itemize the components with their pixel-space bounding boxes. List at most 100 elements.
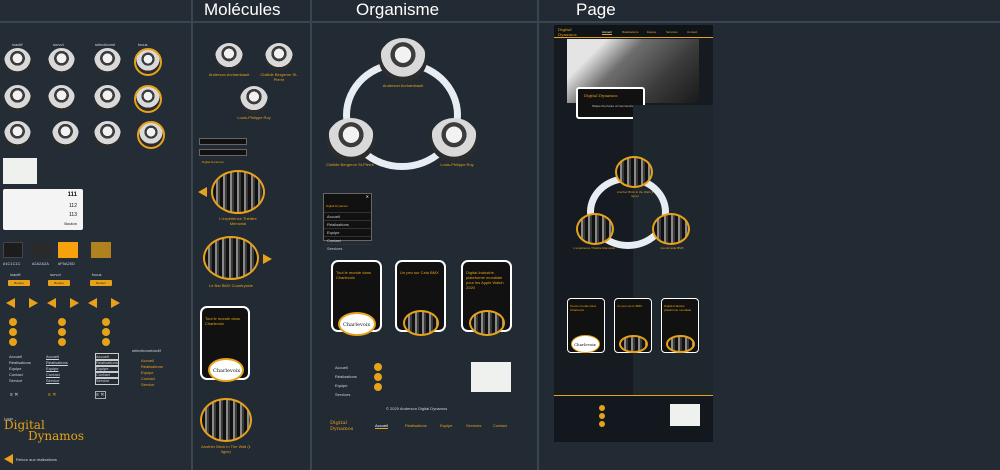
nav-item[interactable]: Service bbox=[46, 378, 68, 384]
page-card-logo-circle: Charlevoix bbox=[571, 335, 600, 353]
button-focus[interactable]: Bouton bbox=[90, 280, 112, 286]
page-nav-item[interactable]: Réalisations bbox=[622, 30, 638, 34]
carousel-prev-icon[interactable] bbox=[198, 187, 207, 197]
avatar[interactable] bbox=[94, 121, 121, 148]
menu-item[interactable]: Services bbox=[324, 244, 371, 252]
map-thumbnail bbox=[3, 158, 37, 184]
page-nav-item[interactable]: Services bbox=[666, 30, 678, 34]
footer-nav-item[interactable]: Équipe bbox=[440, 423, 452, 428]
article-card[interactable]: Digital-Industrie, plateforme mondiale p… bbox=[461, 260, 512, 336]
project-thumbnail[interactable] bbox=[576, 213, 614, 245]
twitter-icon[interactable] bbox=[102, 328, 110, 336]
article-card[interactable]: Tout le monde dans Charlevoix Charlevoix bbox=[200, 306, 250, 382]
avatar[interactable] bbox=[4, 121, 31, 148]
card-thumbnail bbox=[403, 310, 439, 336]
avatar[interactable] bbox=[94, 85, 121, 112]
footer-nav-item[interactable]: Services bbox=[466, 423, 481, 428]
back-arrow-icon[interactable] bbox=[4, 454, 13, 464]
hamburger-icon[interactable]: ≡ ✕ bbox=[48, 392, 57, 398]
team-avatar[interactable] bbox=[430, 118, 478, 162]
avatar[interactable] bbox=[48, 85, 75, 112]
project-thumbnail[interactable] bbox=[200, 398, 252, 442]
instagram-icon[interactable] bbox=[102, 338, 110, 346]
avatar[interactable] bbox=[4, 85, 31, 112]
instagram-icon[interactable] bbox=[599, 421, 605, 427]
footer-nav-item[interactable]: Réalisations bbox=[405, 423, 427, 428]
arrow-right-icon[interactable] bbox=[70, 298, 79, 308]
footer-label[interactable]: Accueil bbox=[335, 363, 357, 372]
footer-label[interactable]: Réalisations bbox=[335, 372, 357, 381]
menu-item[interactable]: Equipe bbox=[324, 228, 371, 236]
card-title: Tout le monde dans Charlevoix bbox=[336, 270, 371, 280]
facebook-icon[interactable] bbox=[374, 363, 382, 371]
facebook-icon[interactable] bbox=[599, 405, 605, 411]
page-nav-item[interactable]: Accueil bbox=[602, 30, 612, 35]
nav-list-selected: Accueil Réalisations Equipe Contact Serv… bbox=[141, 358, 163, 388]
button-inactive[interactable]: Bouton bbox=[8, 280, 30, 286]
button-hover[interactable]: Bouton bbox=[48, 280, 70, 286]
card-title: Digital-Industrie, plateforme mondiale p… bbox=[466, 270, 504, 290]
avatar[interactable] bbox=[4, 48, 31, 75]
nav-item[interactable]: Service bbox=[141, 382, 163, 388]
arrow-right-icon[interactable] bbox=[111, 298, 120, 308]
card-thumbnail bbox=[469, 310, 505, 336]
close-icon[interactable]: ✕ bbox=[366, 194, 369, 199]
avatar[interactable] bbox=[52, 121, 79, 148]
carousel-next-icon[interactable] bbox=[263, 254, 272, 264]
article-logo-circle: Charlevoix bbox=[208, 358, 244, 382]
avatar[interactable] bbox=[94, 48, 121, 75]
card-title: Un peu sur Cela BMX bbox=[400, 270, 439, 275]
facebook-icon[interactable] bbox=[102, 318, 110, 326]
nav-item[interactable]: Service bbox=[95, 377, 119, 385]
arrow-left-icon[interactable] bbox=[88, 298, 97, 308]
arrow-right-icon[interactable] bbox=[29, 298, 38, 308]
footer-label[interactable]: Equipe bbox=[335, 381, 357, 390]
organisme-header: Organisme bbox=[356, 0, 440, 19]
back-link[interactable]: Retour aux réalisations bbox=[16, 457, 57, 462]
atoms-column bbox=[0, 0, 191, 470]
member-name: Louis-Philippe Roy bbox=[237, 115, 271, 120]
page-nav-item[interactable]: Contact bbox=[687, 30, 697, 34]
team-avatar[interactable] bbox=[327, 118, 375, 162]
arrow-left-icon[interactable] bbox=[6, 298, 15, 308]
page-nav-item[interactable]: Équipe bbox=[647, 30, 656, 34]
project-thumbnail[interactable] bbox=[652, 213, 690, 245]
hamburger-icon[interactable]: ≡ ✕ bbox=[95, 391, 106, 399]
project-thumbnail[interactable] bbox=[203, 236, 259, 280]
twitter-icon[interactable] bbox=[58, 328, 66, 336]
project-thumbnail[interactable] bbox=[615, 156, 653, 188]
instagram-icon[interactable] bbox=[9, 338, 17, 346]
team-avatar[interactable] bbox=[215, 43, 243, 71]
instagram-icon[interactable] bbox=[374, 383, 382, 391]
avatar[interactable] bbox=[48, 48, 75, 75]
team-avatar[interactable] bbox=[240, 86, 268, 114]
article-card[interactable]: Un peu sur Cela BMX bbox=[395, 260, 446, 336]
rank-number: 111 bbox=[67, 192, 77, 198]
footer-label[interactable]: Services bbox=[335, 390, 357, 399]
avatar-focused[interactable] bbox=[134, 48, 162, 76]
team-avatar[interactable] bbox=[265, 43, 293, 71]
project-thumbnail[interactable] bbox=[211, 170, 265, 214]
mini-menu: Digital Dynamos bbox=[199, 138, 247, 153]
avatar-focused[interactable] bbox=[137, 121, 165, 149]
twitter-icon[interactable] bbox=[9, 328, 17, 336]
menu-item[interactable]: Accueil bbox=[324, 212, 371, 220]
facebook-icon[interactable] bbox=[58, 318, 66, 326]
page-article-card[interactable]: Un peu sur le BMX bbox=[614, 298, 652, 353]
twitter-icon[interactable] bbox=[374, 373, 382, 381]
instagram-icon[interactable] bbox=[58, 338, 66, 346]
hamburger-icon[interactable]: ≡ ✕ bbox=[10, 392, 19, 398]
footer-nav-item[interactable]: Accueil bbox=[375, 423, 388, 429]
footer-nav-item[interactable]: Contact bbox=[493, 423, 507, 428]
nav-item[interactable]: Service bbox=[9, 378, 31, 384]
avatar-focused[interactable] bbox=[134, 85, 162, 113]
article-card[interactable]: Tout le monde dans Charlevoix Charlevoix bbox=[331, 260, 382, 336]
page-article-card[interactable]: Tout le monde dans Charlevoix Charlevoix bbox=[567, 298, 605, 353]
twitter-icon[interactable] bbox=[599, 413, 605, 419]
menu-item[interactable]: Réalisations bbox=[324, 220, 371, 228]
facebook-icon[interactable] bbox=[9, 318, 17, 326]
team-avatar[interactable] bbox=[379, 38, 427, 82]
page-article-card[interactable]: Digital-Industrie plateforme mondiale bbox=[661, 298, 699, 353]
arrow-left-icon[interactable] bbox=[47, 298, 56, 308]
menu-item[interactable]: Contact bbox=[324, 236, 371, 244]
